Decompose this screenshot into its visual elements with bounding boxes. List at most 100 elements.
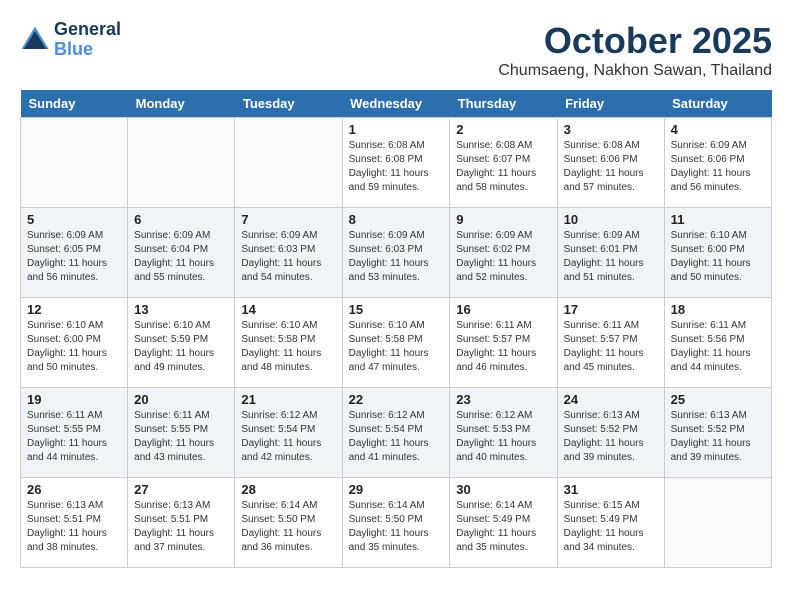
day-info: Sunrise: 6:14 AM Sunset: 5:50 PM Dayligh… (349, 499, 444, 555)
day-number: 19 (27, 392, 121, 407)
day-number: 13 (134, 302, 228, 317)
day-info: Sunrise: 6:11 AM Sunset: 5:57 PM Dayligh… (456, 319, 550, 375)
day-info: Sunrise: 6:09 AM Sunset: 6:03 PM Dayligh… (349, 229, 444, 285)
day-number: 4 (671, 122, 765, 137)
day-info: Sunrise: 6:10 AM Sunset: 5:58 PM Dayligh… (241, 319, 335, 375)
day-info: Sunrise: 6:10 AM Sunset: 5:59 PM Dayligh… (134, 319, 228, 375)
day-number: 1 (349, 122, 444, 137)
calendar-cell: 2 Sunrise: 6:08 AM Sunset: 6:07 PM Daylig… (450, 118, 557, 208)
calendar-cell (21, 118, 128, 208)
calendar-cell: 3 Sunrise: 6:08 AM Sunset: 6:06 PM Daylig… (557, 118, 664, 208)
calendar-cell: 5 Sunrise: 6:09 AM Sunset: 6:05 PM Daylig… (21, 208, 128, 298)
day-info: Sunrise: 6:13 AM Sunset: 5:51 PM Dayligh… (134, 499, 228, 555)
day-number: 2 (456, 122, 550, 137)
calendar-cell: 30 Sunrise: 6:14 AM Sunset: 5:49 PM Dayli… (450, 478, 557, 568)
calendar-week-row: 12 Sunrise: 6:10 AM Sunset: 6:00 PM Dayli… (21, 298, 772, 388)
day-info: Sunrise: 6:13 AM Sunset: 5:51 PM Dayligh… (27, 499, 121, 555)
page-header: General Blue October 2025 Chumsaeng, Nak… (20, 20, 772, 80)
calendar-cell: 1 Sunrise: 6:08 AM Sunset: 6:08 PM Daylig… (342, 118, 450, 208)
calendar-cell (235, 118, 342, 208)
calendar-cell: 28 Sunrise: 6:14 AM Sunset: 5:50 PM Dayli… (235, 478, 342, 568)
day-info: Sunrise: 6:08 AM Sunset: 6:07 PM Dayligh… (456, 139, 550, 195)
day-number: 17 (564, 302, 658, 317)
logo-text-general: General (54, 20, 121, 40)
calendar-cell: 26 Sunrise: 6:13 AM Sunset: 5:51 PM Dayli… (21, 478, 128, 568)
calendar-cell: 9Sunrise: 6:09 AM Sunset: 6:02 PM Daylig… (450, 208, 557, 298)
day-number: 6 (134, 212, 228, 227)
calendar-cell: 15 Sunrise: 6:10 AM Sunset: 5:58 PM Dayli… (342, 298, 450, 388)
day-info: Sunrise: 6:09 AM Sunset: 6:01 PM Dayligh… (564, 229, 658, 285)
weekday-header-thursday: Thursday (450, 90, 557, 118)
calendar-cell: 7Sunrise: 6:09 AM Sunset: 6:03 PM Daylig… (235, 208, 342, 298)
day-info: Sunrise: 6:09 AM Sunset: 6:04 PM Dayligh… (134, 229, 228, 285)
calendar-cell: 6 Sunrise: 6:09 AM Sunset: 6:04 PM Daylig… (128, 208, 235, 298)
weekday-header-tuesday: Tuesday (235, 90, 342, 118)
day-number: 23 (456, 392, 550, 407)
day-number: 5 (27, 212, 121, 227)
calendar-cell: 11Sunrise: 6:10 AM Sunset: 6:00 PM Dayli… (664, 208, 771, 298)
day-number: 27 (134, 482, 228, 497)
calendar-cell: 19 Sunrise: 6:11 AM Sunset: 5:55 PM Dayli… (21, 388, 128, 478)
day-info: Sunrise: 6:12 AM Sunset: 5:53 PM Dayligh… (456, 409, 550, 465)
weekday-header-sunday: Sunday (21, 90, 128, 118)
calendar-week-row: 1 Sunrise: 6:08 AM Sunset: 6:08 PM Daylig… (21, 118, 772, 208)
day-info: Sunrise: 6:09 AM Sunset: 6:05 PM Dayligh… (27, 229, 121, 285)
day-info: Sunrise: 6:15 AM Sunset: 5:49 PM Dayligh… (564, 499, 658, 555)
day-info: Sunrise: 6:11 AM Sunset: 5:56 PM Dayligh… (671, 319, 765, 375)
day-number: 21 (241, 392, 335, 407)
calendar-cell (128, 118, 235, 208)
calendar-table: SundayMondayTuesdayWednesdayThursdayFrid… (20, 90, 772, 568)
day-number: 14 (241, 302, 335, 317)
day-info: Sunrise: 6:11 AM Sunset: 5:55 PM Dayligh… (27, 409, 121, 465)
day-info: Sunrise: 6:12 AM Sunset: 5:54 PM Dayligh… (241, 409, 335, 465)
day-number: 16 (456, 302, 550, 317)
day-number: 20 (134, 392, 228, 407)
day-number: 25 (671, 392, 765, 407)
calendar-week-row: 26 Sunrise: 6:13 AM Sunset: 5:51 PM Dayli… (21, 478, 772, 568)
day-info: Sunrise: 6:14 AM Sunset: 5:50 PM Dayligh… (241, 499, 335, 555)
day-number: 8 (349, 212, 444, 227)
calendar-cell (664, 478, 771, 568)
day-number: 9 (456, 212, 550, 227)
day-info: Sunrise: 6:10 AM Sunset: 6:00 PM Dayligh… (27, 319, 121, 375)
calendar-cell: 29Sunrise: 6:14 AM Sunset: 5:50 PM Dayli… (342, 478, 450, 568)
title-area: October 2025 Chumsaeng, Nakhon Sawan, Th… (498, 20, 772, 80)
day-info: Sunrise: 6:08 AM Sunset: 6:08 PM Dayligh… (349, 139, 444, 195)
calendar-cell: 31 Sunrise: 6:15 AM Sunset: 5:49 PM Dayli… (557, 478, 664, 568)
day-number: 18 (671, 302, 765, 317)
day-info: Sunrise: 6:08 AM Sunset: 6:06 PM Dayligh… (564, 139, 658, 195)
day-number: 26 (27, 482, 121, 497)
day-info: Sunrise: 6:11 AM Sunset: 5:55 PM Dayligh… (134, 409, 228, 465)
day-number: 12 (27, 302, 121, 317)
day-info: Sunrise: 6:13 AM Sunset: 5:52 PM Dayligh… (671, 409, 765, 465)
calendar-cell: 18 Sunrise: 6:11 AM Sunset: 5:56 PM Dayli… (664, 298, 771, 388)
calendar-cell: 27 Sunrise: 6:13 AM Sunset: 5:51 PM Dayli… (128, 478, 235, 568)
weekday-header-row: SundayMondayTuesdayWednesdayThursdayFrid… (21, 90, 772, 118)
calendar-week-row: 5 Sunrise: 6:09 AM Sunset: 6:05 PM Daylig… (21, 208, 772, 298)
weekday-header-friday: Friday (557, 90, 664, 118)
day-info: Sunrise: 6:10 AM Sunset: 5:58 PM Dayligh… (349, 319, 444, 375)
day-info: Sunrise: 6:09 AM Sunset: 6:03 PM Dayligh… (241, 229, 335, 285)
calendar-cell: 17 Sunrise: 6:11 AM Sunset: 5:57 PM Dayli… (557, 298, 664, 388)
calendar-cell: 14 Sunrise: 6:10 AM Sunset: 5:58 PM Dayli… (235, 298, 342, 388)
day-info: Sunrise: 6:10 AM Sunset: 6:00 PM Dayligh… (671, 229, 765, 285)
day-number: 30 (456, 482, 550, 497)
calendar-cell: 16 Sunrise: 6:11 AM Sunset: 5:57 PM Dayli… (450, 298, 557, 388)
calendar-cell: 12 Sunrise: 6:10 AM Sunset: 6:00 PM Dayli… (21, 298, 128, 388)
day-number: 3 (564, 122, 658, 137)
logo-text-blue: Blue (54, 40, 121, 60)
calendar-cell: 8 Sunrise: 6:09 AM Sunset: 6:03 PM Daylig… (342, 208, 450, 298)
day-number: 28 (241, 482, 335, 497)
day-info: Sunrise: 6:14 AM Sunset: 5:49 PM Dayligh… (456, 499, 550, 555)
day-number: 31 (564, 482, 658, 497)
weekday-header-wednesday: Wednesday (342, 90, 450, 118)
weekday-header-monday: Monday (128, 90, 235, 118)
logo: General Blue (20, 20, 121, 60)
day-number: 15 (349, 302, 444, 317)
calendar-cell: 22Sunrise: 6:12 AM Sunset: 5:54 PM Dayli… (342, 388, 450, 478)
calendar-cell: 10Sunrise: 6:09 AM Sunset: 6:01 PM Dayli… (557, 208, 664, 298)
calendar-cell: 25 Sunrise: 6:13 AM Sunset: 5:52 PM Dayli… (664, 388, 771, 478)
day-info: Sunrise: 6:11 AM Sunset: 5:57 PM Dayligh… (564, 319, 658, 375)
calendar-cell: 23 Sunrise: 6:12 AM Sunset: 5:53 PM Dayli… (450, 388, 557, 478)
month-title: October 2025 (498, 20, 772, 62)
